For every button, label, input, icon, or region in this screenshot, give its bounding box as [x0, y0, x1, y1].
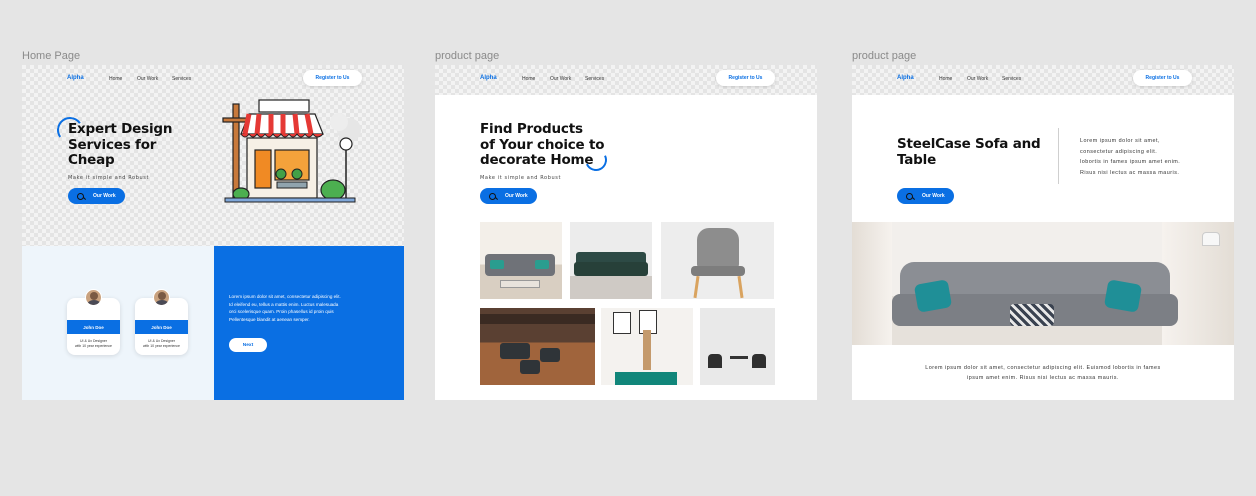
team-card[interactable]: John Doe UI & Ux Designer with 10 year e… — [67, 289, 120, 355]
hero-heading-line: Expert Design — [68, 121, 173, 137]
our-work-label: Our Work — [93, 193, 116, 199]
caption-line: ipsum amet enim. Risus nisi lectus ac ma… — [967, 375, 1119, 381]
our-work-button[interactable]: Our Work — [897, 188, 954, 204]
promo-text-line: orci scelerisque quam. Proin phasellus i… — [229, 309, 334, 314]
hero-heading-line: Services for — [68, 136, 157, 153]
nav-link-services[interactable]: Services — [1002, 76, 1021, 82]
product-page-frame: Alpha Home Our Work Services Register to… — [435, 65, 817, 400]
nav-link-home[interactable]: Home — [522, 76, 535, 82]
product-title-line: SteelCase Sofa and — [897, 136, 1041, 152]
logo[interactable]: Alpha — [480, 75, 497, 81]
caption-line: Lorem ipsum dolor sit amet, consectetur … — [925, 365, 1161, 371]
description-line: consectetur adipiscing elit. — [1080, 148, 1158, 155]
team-member-name: John Doe — [135, 320, 188, 334]
search-icon — [906, 192, 913, 200]
team-card[interactable]: John Doe UI & Ux Designer with 10 year e… — [135, 289, 188, 355]
our-work-label: Our Work — [922, 193, 945, 199]
product-title: SteelCase Sofa and Table — [897, 136, 1041, 168]
frame-label-home: Home Page — [22, 50, 81, 62]
product-caption: Lorem ipsum dolor sit amet, consectetur … — [892, 363, 1194, 383]
product-image-cafe[interactable] — [480, 308, 595, 385]
next-button[interactable]: Next — [229, 338, 267, 352]
description-line: lobortis in fames ipsum amet enim. — [1080, 159, 1181, 165]
nav-link-home[interactable]: Home — [109, 76, 122, 82]
desc-line: with 10 year experience — [75, 344, 112, 348]
hero-heading-line: Find Products — [480, 121, 583, 137]
description-line: Risus nisi lectus ac massa mauris. — [1080, 169, 1180, 176]
team-member-desc: UI & Ux Designer with 10 year experience — [139, 339, 184, 349]
hero-heading-line: Cheap — [68, 152, 115, 168]
hero-subtitle: Make it simple and Robust — [68, 175, 150, 181]
avatar — [85, 289, 102, 306]
our-work-button[interactable]: Our Work — [480, 188, 537, 204]
product-image-living-room[interactable] — [480, 222, 562, 299]
promo-text-line: Pellentesque blandit at aenean semper. — [229, 316, 310, 322]
team-member-name: John Doe — [67, 320, 120, 334]
nav-link-our-work[interactable]: Our Work — [137, 76, 158, 82]
register-button[interactable]: Register to Us — [716, 70, 775, 86]
logo[interactable]: Alpha — [67, 75, 84, 81]
search-icon — [77, 192, 84, 200]
product-image-armchair[interactable] — [661, 222, 774, 299]
frame-label-product: product page — [435, 50, 500, 62]
nav-link-services[interactable]: Services — [585, 76, 604, 82]
product-image-dining[interactable] — [700, 308, 775, 385]
our-work-label: Our Work — [505, 193, 528, 199]
nav-link-our-work[interactable]: Our Work — [967, 76, 988, 82]
hero-heading-line: of Your choice to — [480, 136, 605, 153]
promo-text: Lorem ipsum dolor sit amet, consectetur … — [229, 293, 399, 323]
frame-label-product-detail: product page — [852, 50, 917, 62]
product-detail-frame: Alpha Home Our Work Services Register to… — [852, 65, 1234, 400]
product-image-green-sofa[interactable] — [570, 222, 652, 299]
nav-link-our-work[interactable]: Our Work — [550, 76, 571, 82]
home-page-frame: Alpha Home Our Work Services Register to… — [22, 65, 404, 400]
product-description: Lorem ipsum dolor sit amet, consectetur … — [1080, 136, 1230, 178]
register-button[interactable]: Register to Us — [303, 70, 362, 86]
hero-subtitle: Make it simple and Robust — [480, 175, 562, 181]
search-icon — [489, 192, 496, 200]
navbar: Alpha Home Our Work Services Register to… — [852, 65, 1234, 95]
product-title-line: Table — [897, 151, 937, 168]
register-button[interactable]: Register to Us — [1133, 70, 1192, 86]
avatar — [153, 289, 170, 306]
vertical-divider — [1058, 128, 1059, 184]
desc-line: with 10 year experience — [143, 344, 180, 348]
hero-heading: Expert Design Services for Cheap — [68, 121, 173, 169]
nav-link-home[interactable]: Home — [939, 76, 952, 82]
promo-section: Lorem ipsum dolor sit amet, consectetur … — [214, 246, 404, 400]
nav-link-services[interactable]: Services — [172, 76, 191, 82]
our-work-button[interactable]: Our Work — [68, 188, 125, 204]
navbar: Alpha Home Our Work Services Register to… — [435, 65, 817, 95]
promo-text-line: Id eleifend eu, tellus a mattis enim. Lu… — [229, 301, 339, 307]
navbar: Alpha Home Our Work Services Register to… — [22, 65, 404, 95]
product-image-decor[interactable] — [601, 308, 693, 385]
logo[interactable]: Alpha — [897, 75, 914, 81]
storefront-illustration — [222, 99, 361, 203]
description-line: Lorem ipsum dolor sit amet, — [1080, 138, 1161, 144]
sofa-hero-image — [852, 222, 1234, 345]
promo-text-line: Lorem ipsum dolor sit amet, consectetur … — [229, 294, 341, 299]
team-member-desc: UI & Ux Designer with 10 year experience — [71, 339, 116, 349]
